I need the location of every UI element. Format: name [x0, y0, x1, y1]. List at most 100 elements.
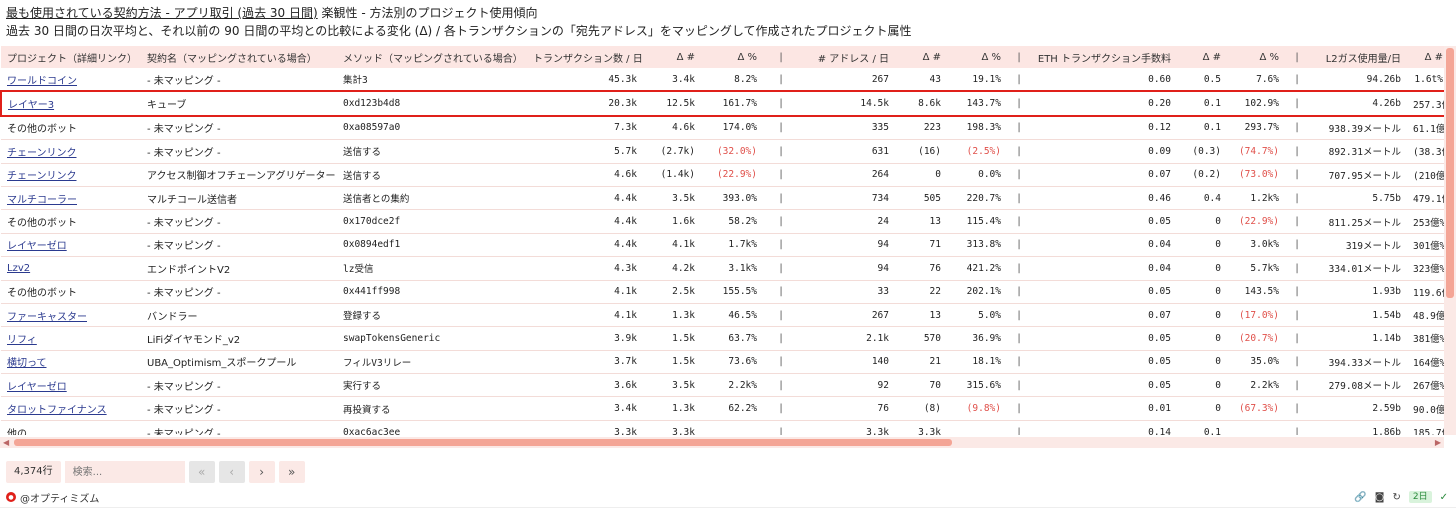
cell-eth-fee: 0.01 — [1031, 396, 1177, 421]
cell-method: 0x441ff998 — [337, 280, 527, 304]
table-row[interactable]: その他のボット - 未マッピング -0xa08597a0 7.3k 4.6k 174.0… — [1, 115, 1444, 141]
project-link[interactable]: チェーンリンク — [7, 171, 77, 182]
col-header-delta-num-4[interactable]: Δ # — [1407, 46, 1444, 68]
cell-separator: | — [1285, 115, 1309, 141]
cell-separator: | — [1007, 163, 1031, 187]
cell-eth-fee: 0.05 — [1031, 209, 1177, 234]
table-row[interactable]: 他の - 未マッピング -0xac6ac3ee 3.3k 3.3k | 3.3k 3.3k |… — [1, 420, 1444, 435]
cell-delta-num-2: 22 — [895, 280, 947, 304]
cell-delta-num-1: 4.2k — [643, 256, 701, 281]
col-header-delta-num-2[interactable]: Δ # — [895, 46, 947, 68]
cell-delta-num-3: 0.1 — [1177, 420, 1227, 435]
cell-delta-pct-2: 313.8% — [947, 233, 1007, 258]
col-header-delta-num-3[interactable]: Δ # — [1177, 46, 1227, 68]
cell-delta-pct-3: 293.7% — [1227, 115, 1285, 141]
col-header-contract[interactable]: 契約名（マッピングされている場合） — [141, 46, 337, 68]
project-link[interactable]: マルチコーラー — [7, 195, 77, 206]
scroll-right-arrow-icon[interactable]: ▶ — [1435, 437, 1441, 448]
cell-eth-fee: 0.05 — [1031, 350, 1177, 375]
cell-delta-num-3: (0.3) — [1177, 139, 1227, 164]
query-title-link[interactable]: 最も使用されている契約方法 - アプリ取引 (過去 30 日間) — [6, 6, 318, 20]
table-row[interactable]: リフィ LiFiダイヤモンド_v2 swapTokensGeneric 3.9k 1.5… — [1, 326, 1444, 351]
prev-page-button[interactable]: ‹ — [218, 461, 245, 483]
cell-delta-num-1: 2.5k — [643, 280, 701, 304]
col-header-delta-pct-1[interactable]: Δ % — [701, 46, 763, 68]
table-row[interactable]: レイヤーゼロ - 未マッピング -0x0894edf1 4.4k 4.1k 1.7k% |… — [1, 233, 1444, 258]
col-header-l2-gas[interactable]: L2ガス使用量/日 — [1309, 46, 1407, 68]
project-link[interactable]: タロットファイナンス — [7, 405, 107, 416]
cell-separator: | — [763, 115, 799, 141]
cell-separator: | — [763, 303, 799, 328]
vertical-scroll-thumb[interactable] — [1446, 48, 1454, 298]
table-row[interactable]: その他のボット - 未マッピング -0x170dce2f 4.4k 1.6k 58.2%… — [1, 209, 1444, 234]
table-row[interactable]: 横切って UBA_Optimism_スポークプール フィルV3リレー 3.7k 1.5k… — [1, 350, 1444, 375]
table-row[interactable]: チェーンリンク アクセス制御オフチェーンアグリゲーター 送信する 4.6k (1.4k)… — [1, 163, 1444, 187]
table-row[interactable]: チェーンリンク - 未マッピング - 送信する 5.7k (2.7k) (32.0%) | 6… — [1, 139, 1444, 164]
vertical-scrollbar[interactable] — [1444, 46, 1456, 435]
cell-tx-day: 4.4k — [527, 186, 643, 211]
table-row[interactable]: ワールドコイン - 未マッピング - 集計3 45.3k 3.4k 8.2% | 267 43 1… — [1, 68, 1444, 92]
cell-delta-num-4: 301億% — [1407, 233, 1444, 258]
cell-l2-gas: 319メートル — [1309, 233, 1407, 258]
table-search-input[interactable] — [64, 461, 185, 483]
project-link[interactable]: Lzv2 — [7, 263, 30, 274]
col-header-eth-fee[interactable]: ETH トランザクション手数料 — [1031, 46, 1177, 68]
link-icon[interactable]: 🔗 — [1354, 492, 1366, 503]
last-page-button[interactable]: » — [278, 461, 305, 483]
cell-contract: LiFiダイヤモンド_v2 — [141, 326, 337, 351]
cell-delta-num-3: 0 — [1177, 256, 1227, 281]
cell-delta-pct-2: 115.4% — [947, 209, 1007, 234]
cell-delta-num-3: 0 — [1177, 350, 1227, 375]
cell-contract: - 未マッピング - — [141, 115, 337, 141]
cell-method: 0xac6ac3ee — [337, 420, 527, 435]
project-link[interactable]: レイヤーゼロ — [7, 241, 67, 252]
project-link[interactable]: レイヤーゼロ — [7, 382, 67, 393]
table-row[interactable]: ファーキャスター バンドラー 登録する 4.1k 1.3k 46.5% | 267 13 5.0%… — [1, 303, 1444, 328]
project-link[interactable]: 横切って — [7, 358, 47, 369]
next-page-button[interactable]: › — [248, 461, 275, 483]
cell-delta-pct-2: 18.1% — [947, 350, 1007, 375]
cell-delta-pct-2: 5.0% — [947, 303, 1007, 328]
cell-separator: | — [1285, 163, 1309, 187]
cell-delta-num-3: 0 — [1177, 396, 1227, 421]
col-header-addresses-day[interactable]: # アドレス / 日 — [799, 46, 895, 68]
table-row[interactable]: その他のボット - 未マッピング -0x441ff998 4.1k 2.5k 155.5… — [1, 280, 1444, 304]
horizontal-scrollbar[interactable]: ◀ ▶ — [0, 437, 1444, 448]
cell-method: 0xa08597a0 — [337, 115, 527, 141]
project-link[interactable]: チェーンリンク — [7, 148, 77, 159]
table-row[interactable]: マルチコーラー マルチコール送信者 送信者との集約 4.4k 3.5k 393.0% | 73… — [1, 186, 1444, 211]
project-link[interactable]: ワールドコイン — [7, 76, 77, 87]
cell-delta-pct-2: 198.3% — [947, 115, 1007, 141]
cell-addresses-day: 92 — [799, 373, 895, 398]
project-link[interactable]: レイヤー3 — [8, 100, 54, 111]
horizontal-scroll-thumb[interactable] — [14, 439, 952, 446]
cell-separator: | — [1007, 115, 1031, 141]
results-table-container[interactable]: プロジェクト（詳細リンク） 契約名（マッピングされている場合） メソッド（マッピ… — [0, 46, 1444, 435]
table-row[interactable]: タロットファイナンス - 未マッピング - 再投資する 3.4k 1.3k 62.2% | 7… — [1, 396, 1444, 421]
project-link[interactable]: リフィ — [7, 335, 37, 346]
cell-method: lz受信 — [337, 256, 527, 281]
table-row[interactable]: Lzv2 エンドポイントV2 lz受信 4.3k 4.2k 3.1k% | 94 76 421.2… — [1, 256, 1444, 281]
project-link[interactable]: ファーキャスター — [7, 312, 87, 323]
cell-project: その他のボット — [1, 209, 141, 234]
scroll-left-arrow-icon[interactable]: ◀ — [3, 437, 9, 448]
table-row[interactable]: レイヤー3 キューブ 0xd123b4d8 20.3k 12.5k 161.7% | 14.5… — [0, 90, 1444, 117]
col-header-delta-num-1[interactable]: Δ # — [643, 46, 701, 68]
cell-addresses-day: 264 — [799, 163, 895, 187]
col-header-method[interactable]: メソッド（マッピングされている場合） — [337, 46, 527, 68]
col-header-project[interactable]: プロジェクト（詳細リンク） — [1, 46, 141, 68]
cell-delta-num-2: 70 — [895, 373, 947, 398]
col-header-tx-day[interactable]: トランザクション数 / 日 — [527, 46, 643, 68]
cell-delta-num-4: 90.0億% — [1407, 396, 1444, 421]
camera-icon[interactable]: ◙ — [1375, 492, 1385, 503]
cell-delta-num-2: 13 — [895, 303, 947, 328]
creator-handle[interactable]: @オプティミズム — [20, 490, 99, 505]
table-row[interactable]: レイヤーゼロ - 未マッピング - 実行する 3.6k 3.5k 2.2k% | 92 70 31… — [1, 373, 1444, 398]
col-header-delta-pct-3[interactable]: Δ % — [1227, 46, 1285, 68]
refresh-icon[interactable]: ↻ — [1392, 492, 1400, 503]
first-page-button[interactable]: « — [188, 461, 215, 483]
cell-separator: | — [1285, 303, 1309, 328]
cell-separator: | — [1007, 90, 1031, 117]
col-header-delta-pct-2[interactable]: Δ % — [947, 46, 1007, 68]
cell-eth-fee: 0.07 — [1031, 303, 1177, 328]
